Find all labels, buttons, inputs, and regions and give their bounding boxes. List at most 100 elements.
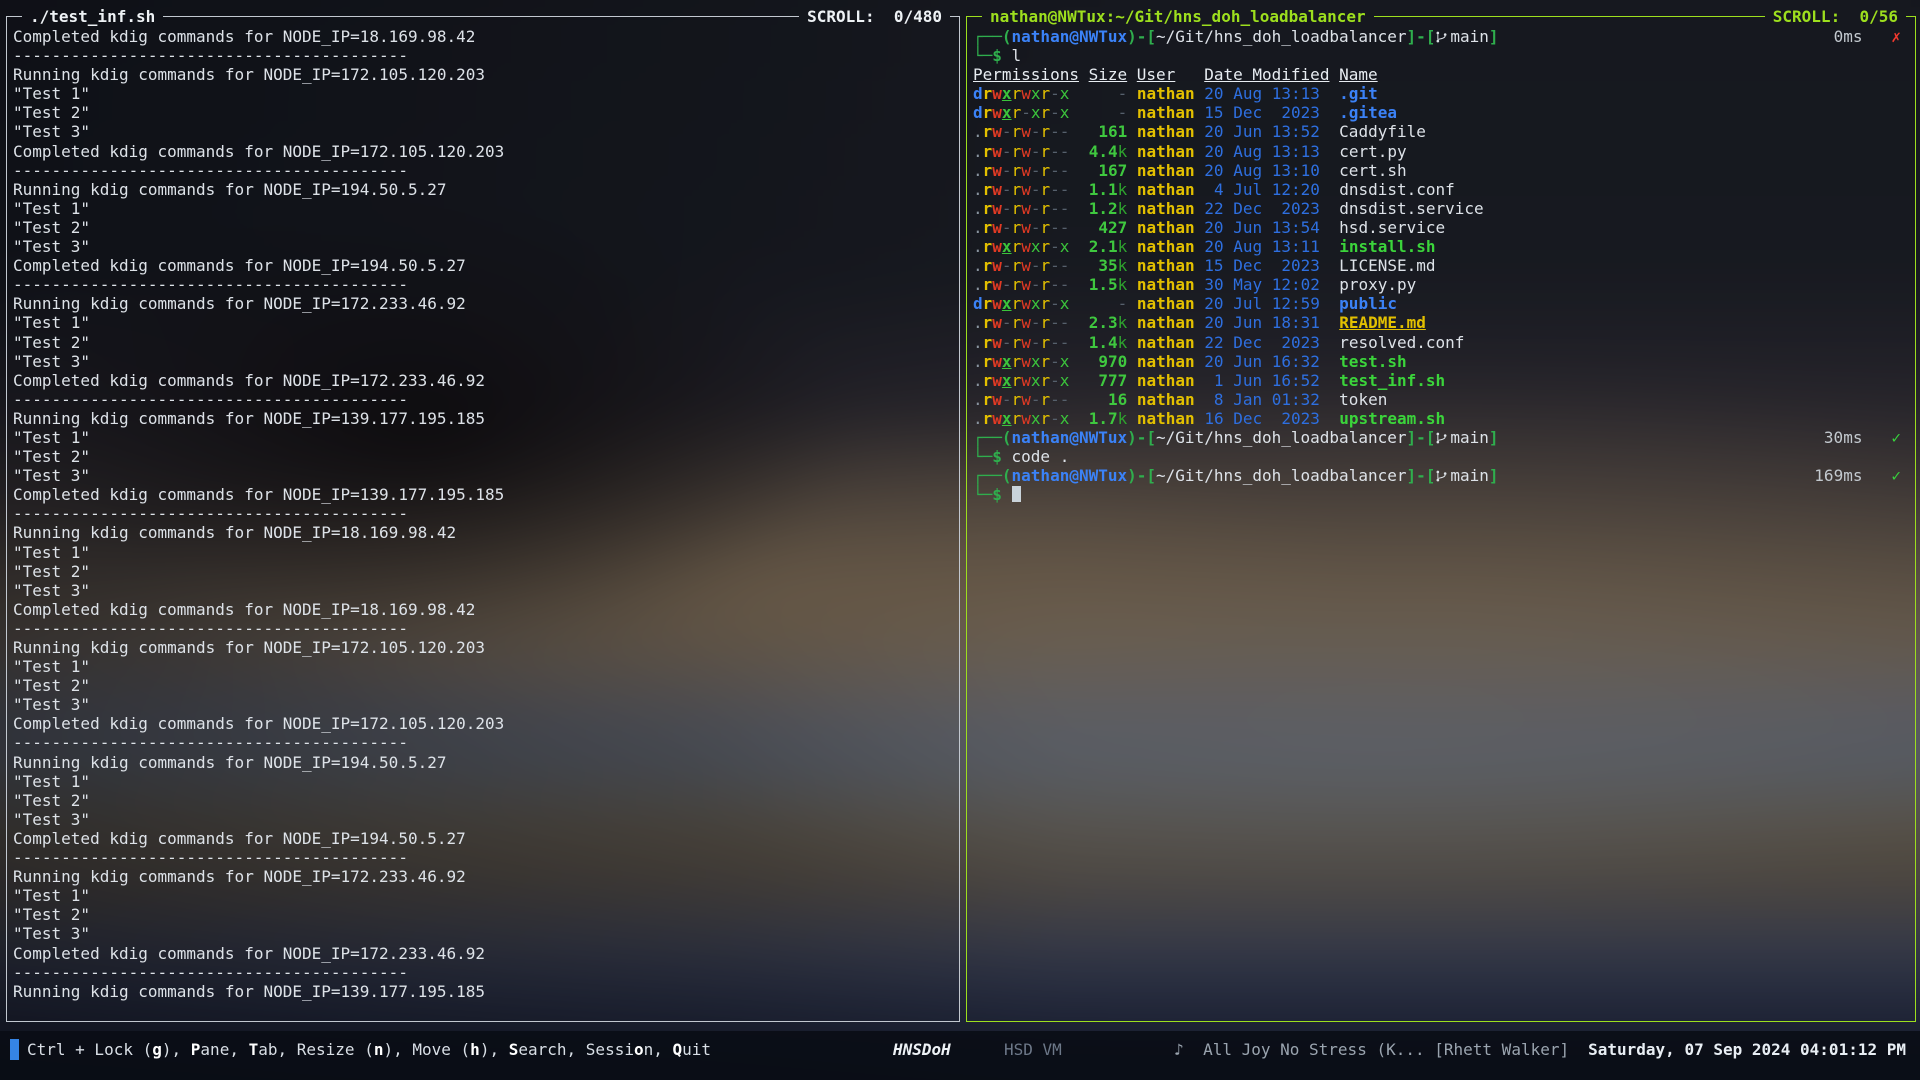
text-span <box>1069 199 1079 218</box>
listing-row: drwxr-xr-x - nathan 15 Dec 2023 .gitea <box>973 103 1913 122</box>
git-branch-name: main <box>1450 466 1489 485</box>
text-span <box>1079 142 1089 161</box>
git-branch-name: main <box>1450 27 1489 46</box>
file-name: test.sh <box>1339 352 1406 371</box>
terminal-line: "Test 3" <box>13 352 957 371</box>
permission-bit: x <box>1060 84 1070 103</box>
text-span: k <box>1118 199 1128 218</box>
terminal-line: "Test 1" <box>13 543 957 562</box>
border-segment <box>966 16 982 17</box>
text-span <box>1079 275 1089 294</box>
text-span <box>1330 371 1340 390</box>
permission-bit: r <box>1012 390 1022 409</box>
permission-bit: r <box>1012 237 1022 256</box>
terminal-line: "Test 2" <box>13 218 957 237</box>
keybind-text: ), <box>162 1040 191 1059</box>
permission-bit: x <box>1060 237 1070 256</box>
keybind-text: Resize ( <box>297 1040 374 1059</box>
permission-bit: x <box>1002 294 1012 313</box>
terminal-line: ----------------------------------------… <box>13 46 957 65</box>
text-span <box>1330 84 1340 103</box>
permission-bit: - <box>1002 122 1012 141</box>
text-span: ┌──( <box>973 27 1012 46</box>
terminal-line: ----------------------------------------… <box>13 848 957 867</box>
permission-bit: w <box>1021 180 1031 199</box>
file-size: 1.7 <box>1089 409 1118 428</box>
permission-bit: x <box>1060 103 1070 122</box>
permission-bit: - <box>1060 256 1070 275</box>
text-span: k <box>1118 275 1128 294</box>
tab-name[interactable]: HSD VM <box>1004 1040 1062 1060</box>
file-owner: nathan <box>1137 218 1195 237</box>
permission-bit: - <box>1002 180 1012 199</box>
permission-bit: r <box>1040 294 1050 313</box>
permission-bit: w <box>1021 218 1031 237</box>
command-line: └─$ l <box>973 46 1913 65</box>
left-terminal-pane[interactable]: ./test_inf.sh SCROLL: 0/480 Completed kd… <box>6 17 960 1022</box>
permission-bit: w <box>1021 122 1031 141</box>
text-span <box>1079 371 1098 390</box>
text-span <box>1330 161 1340 180</box>
permission-bit: w <box>992 371 1002 390</box>
file-size: 427 <box>1098 218 1127 237</box>
permission-bit: r <box>983 294 993 313</box>
permission-bit: - <box>1002 390 1012 409</box>
right-terminal-pane[interactable]: nathan@NWTux:~/Git/hns_doh_loadbalancer … <box>966 17 1916 1022</box>
terminal-line: "Test 3" <box>13 581 957 600</box>
permission-bit: - <box>1060 142 1070 161</box>
text-span <box>1330 294 1340 313</box>
text-span <box>1330 103 1340 122</box>
file-owner: nathan <box>1137 294 1195 313</box>
file-owner: nathan <box>1137 352 1195 371</box>
border-segment <box>6 16 22 17</box>
file-name: dnsdist.conf <box>1339 180 1455 199</box>
command-duration: 169ms ✓ <box>1814 466 1901 485</box>
prompt-user-host: nathan@NWTux <box>1012 466 1128 485</box>
permission-bit: - <box>1060 275 1070 294</box>
permission-bit: - <box>1050 313 1060 332</box>
prompt-user-host: nathan@NWTux <box>1012 27 1128 46</box>
text-span <box>1127 161 1137 180</box>
text-span <box>1127 180 1137 199</box>
file-size: 970 <box>1098 352 1127 371</box>
left-pane-title: ./test_inf.sh <box>22 7 163 26</box>
permission-bit: x <box>1002 371 1012 390</box>
text-span <box>1127 199 1137 218</box>
text-span: k <box>1118 256 1128 275</box>
file-owner: nathan <box>1137 333 1195 352</box>
permission-bit: x <box>1002 103 1012 122</box>
permission-bit: r <box>1012 294 1022 313</box>
keybind-key: h <box>470 1040 480 1059</box>
terminal-line: Running kdig commands for NODE_IP=18.169… <box>13 523 957 542</box>
permission-bit: r <box>1012 199 1022 218</box>
text-span <box>1195 333 1205 352</box>
permission-bit: r <box>983 352 993 371</box>
text-span <box>1069 409 1079 428</box>
file-owner: nathan <box>1137 313 1195 332</box>
text-span <box>1330 352 1340 371</box>
text-span <box>1069 371 1079 390</box>
file-name: .git <box>1339 84 1378 103</box>
permission-bit: r <box>1040 313 1050 332</box>
permission-bit: r <box>1040 161 1050 180</box>
permission-bit: r <box>1040 275 1050 294</box>
text-span: Permissions <box>973 65 1079 84</box>
text-span: k <box>1118 409 1128 428</box>
text-span <box>1330 256 1340 275</box>
border-segment <box>163 16 799 17</box>
text-span <box>1175 65 1204 84</box>
permission-bit: - <box>1050 333 1060 352</box>
permission-bit: r <box>1012 409 1022 428</box>
permission-bit: r <box>1012 122 1022 141</box>
terminal-line: "Test 2" <box>13 676 957 695</box>
text-span <box>1195 142 1205 161</box>
file-date: 20 Jun 16:32 <box>1204 352 1329 371</box>
permission-bit: - <box>1050 103 1060 122</box>
text-span <box>1195 294 1205 313</box>
text-span: ┌──( <box>973 428 1012 447</box>
text-span <box>1330 142 1340 161</box>
success-check-icon: ✓ <box>1891 428 1901 447</box>
permission-bit: r <box>983 409 993 428</box>
permission-bit: - <box>1050 218 1060 237</box>
listing-row: .rw-rw-r-- 1.5k nathan 30 May 12:02 prox… <box>973 275 1913 294</box>
